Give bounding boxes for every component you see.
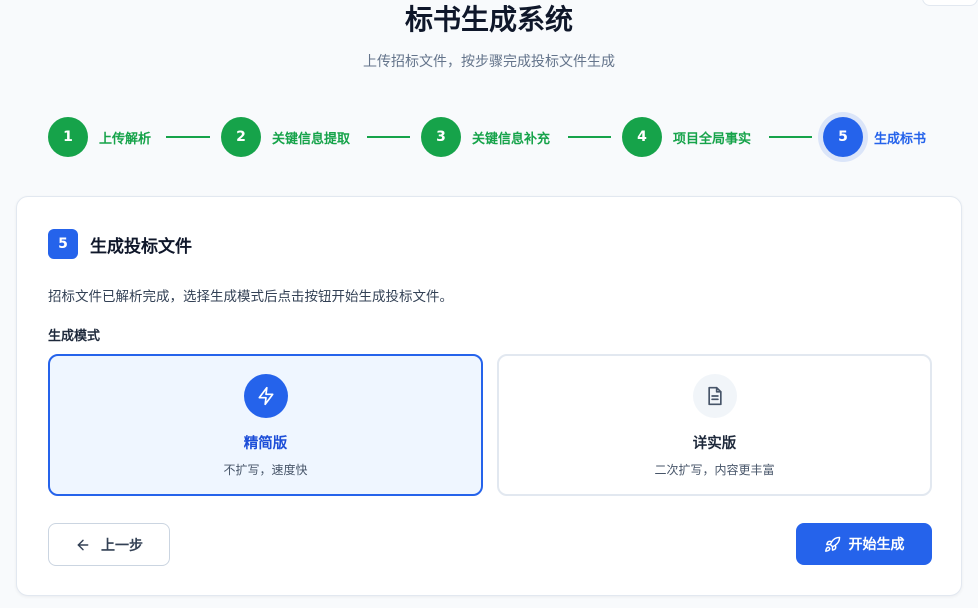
back-button-label: 上一步 <box>101 537 143 554</box>
mode-title: 精简版 <box>243 436 288 452</box>
step-number: 1 <box>48 117 88 157</box>
progress-stepper: 1 上传解析 2 关键信息提取 3 关键信息补充 4 项目全局事实 5 生成标书 <box>48 117 948 159</box>
page-subtitle: 上传招标文件，按步骤完成投标文件生成 <box>363 54 615 70</box>
step-label: 关键信息补充 <box>472 131 551 147</box>
step-3[interactable]: 3 关键信息补充 <box>421 117 550 157</box>
step-number: 4 <box>622 117 662 157</box>
step-number: 5 <box>823 117 863 157</box>
generate-card: 5 生成投标文件 招标文件已解析完成，选择生成模式后点击按钮开始生成投标文件。 … <box>16 196 962 596</box>
step-4[interactable]: 4 项目全局事实 <box>622 117 751 157</box>
mode-option-compact[interactable]: 精简版 不扩写，速度快 <box>48 354 483 496</box>
step-badge: 5 <box>48 229 78 259</box>
step-number: 3 <box>421 117 461 157</box>
card-title: 生成投标文件 <box>90 236 192 257</box>
mode-description: 二次扩写，内容更丰富 <box>654 463 775 477</box>
lightning-icon <box>243 374 288 418</box>
step-connector <box>568 136 611 138</box>
step-2[interactable]: 2 关键信息提取 <box>221 117 350 157</box>
step-label: 生成标书 <box>874 131 927 147</box>
mode-option-detailed[interactable]: 详实版 二次扩写，内容更丰富 <box>497 354 932 496</box>
step-1[interactable]: 1 上传解析 <box>48 117 151 157</box>
start-button-label: 开始生成 <box>848 537 905 553</box>
rocket-icon <box>824 536 841 553</box>
step-connector <box>367 136 410 138</box>
step-label: 关键信息提取 <box>272 131 351 147</box>
start-generate-button[interactable]: 开始生成 <box>796 523 932 565</box>
step-connector <box>769 136 812 138</box>
step-5[interactable]: 5 生成标书 <box>823 117 926 157</box>
step-connector <box>166 136 210 138</box>
back-button[interactable]: 上一步 <box>48 523 170 566</box>
document-icon <box>692 374 737 418</box>
step-label: 上传解析 <box>99 131 152 147</box>
mode-description: 不扩写，速度快 <box>223 463 308 477</box>
card-header: 5 生成投标文件 <box>48 229 192 259</box>
step-label: 项目全局事实 <box>673 131 752 147</box>
arrow-left-icon <box>75 537 91 553</box>
page-title: 标书生成系统 <box>404 3 573 36</box>
mode-section-label: 生成模式 <box>48 329 101 344</box>
card-description: 招标文件已解析完成，选择生成模式后点击按钮开始生成投标文件。 <box>48 289 453 305</box>
step-number: 2 <box>221 117 261 157</box>
mode-title: 详实版 <box>692 436 737 452</box>
